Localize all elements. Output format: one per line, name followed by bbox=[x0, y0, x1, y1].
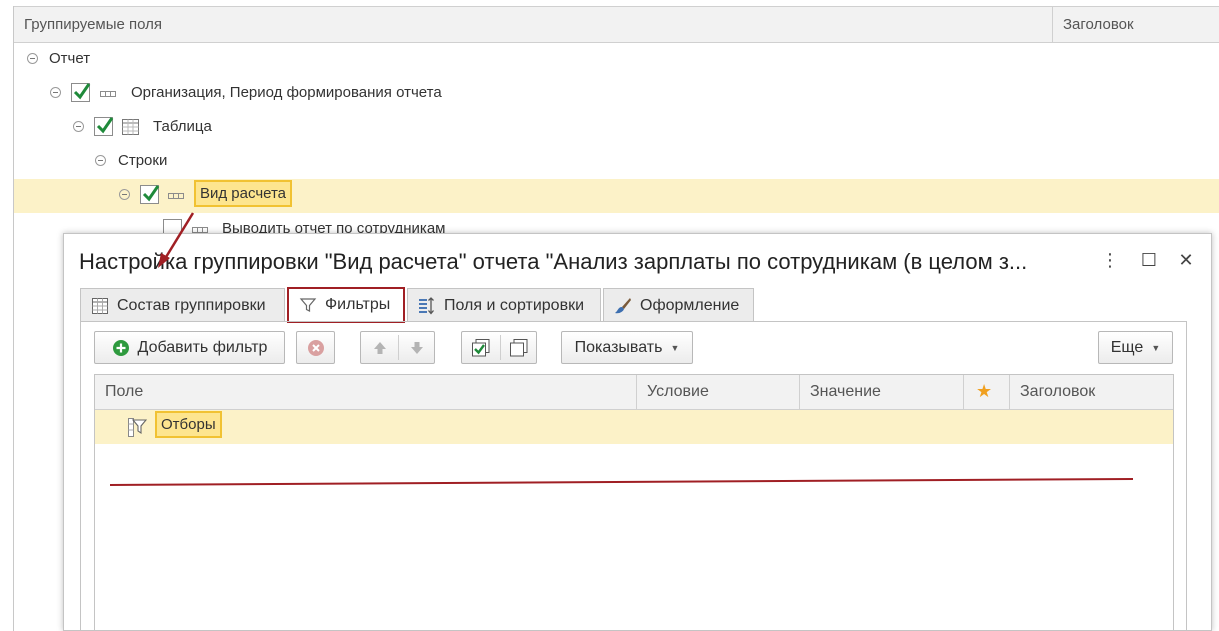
tree-row-label: Отчет bbox=[49, 50, 91, 67]
show-dropdown-button[interactable]: Показывать ▼ bbox=[561, 331, 693, 364]
table-icon bbox=[122, 119, 139, 135]
more-button[interactable]: Еще ▼ bbox=[1098, 331, 1173, 364]
collapse-icon[interactable] bbox=[119, 189, 130, 200]
tree-row-label: Организация, Период формирования отчета bbox=[131, 84, 442, 101]
filter-group-icon bbox=[128, 418, 147, 437]
column-header-fields[interactable]: Группируемые поля bbox=[24, 16, 162, 33]
filters-panel: Добавить фильтр Показывать ▼ Еще ▼ Поле … bbox=[80, 321, 1187, 631]
column-header-value[interactable]: Значение bbox=[799, 375, 963, 410]
check-all-button[interactable] bbox=[462, 332, 500, 363]
checkmark-icon bbox=[73, 83, 91, 100]
tab-label: Фильтры bbox=[325, 296, 391, 313]
tab-fields-and-sorting[interactable]: Поля и сортировки bbox=[407, 288, 601, 322]
column-header-title[interactable]: Заголовок bbox=[1052, 7, 1219, 43]
checkbox-checked[interactable] bbox=[71, 83, 91, 102]
tree-row-organization[interactable]: Организация, Период формирования отчета bbox=[14, 77, 1219, 111]
sort-icon bbox=[419, 296, 434, 315]
add-filter-label: Добавить фильтр bbox=[137, 338, 268, 356]
close-icon[interactable]: ✕ bbox=[1174, 248, 1198, 272]
uncheck-all-icon bbox=[510, 338, 528, 356]
column-header-title[interactable]: Заголовок bbox=[1009, 375, 1173, 410]
tab-label: Оформление bbox=[640, 296, 740, 314]
check-all-icon bbox=[472, 338, 490, 356]
table-icon bbox=[92, 297, 108, 314]
checkmark-icon bbox=[142, 185, 160, 202]
brush-icon bbox=[615, 297, 631, 313]
tree-row-table[interactable]: Таблица bbox=[14, 111, 1219, 145]
tree-row-calculation-type[interactable]: Вид расчета bbox=[14, 179, 1219, 213]
star-icon[interactable]: ★ bbox=[963, 375, 1009, 410]
delete-icon bbox=[307, 339, 324, 356]
tree-row-label: Таблица bbox=[153, 118, 212, 135]
checkbox-checked[interactable] bbox=[140, 185, 160, 204]
add-icon bbox=[112, 339, 129, 356]
dropdown-arrow-icon: ▼ bbox=[1151, 342, 1161, 353]
tree-row-label: Строки bbox=[118, 152, 168, 169]
move-buttons-group bbox=[360, 331, 435, 364]
column-header-condition[interactable]: Условие bbox=[636, 375, 799, 410]
screen: Группируемые поля Заголовок Отчет Органи… bbox=[0, 0, 1219, 631]
tab-label: Состав группировки bbox=[117, 296, 266, 314]
arrow-down-icon bbox=[411, 341, 423, 354]
filters-grid: Поле Условие Значение ★ Заголовок Отборы bbox=[94, 374, 1174, 631]
delete-button[interactable] bbox=[296, 331, 335, 364]
filter-icon bbox=[299, 298, 317, 312]
dialog-title: Настройка группировки "Вид расчета" отче… bbox=[79, 249, 1028, 274]
filters-grid-header: Поле Условие Значение ★ Заголовок bbox=[95, 375, 1173, 410]
show-label: Показывать bbox=[574, 338, 663, 356]
tree-row-label: Вид расчета bbox=[194, 180, 293, 207]
tab-formatting[interactable]: Оформление bbox=[603, 288, 754, 322]
filter-row-selections[interactable]: Отборы bbox=[95, 410, 1173, 444]
check-buttons-group bbox=[461, 331, 537, 364]
column-header-field[interactable]: Поле bbox=[95, 375, 636, 410]
tab-grouping-composition[interactable]: Состав группировки bbox=[80, 288, 285, 322]
arrow-up-icon bbox=[373, 341, 386, 354]
grouping-icon bbox=[100, 91, 116, 97]
maximize-icon[interactable]: ☐ bbox=[1137, 248, 1161, 272]
collapse-icon[interactable] bbox=[73, 121, 84, 132]
checkbox-checked[interactable] bbox=[94, 117, 114, 136]
collapse-icon[interactable] bbox=[27, 53, 38, 64]
more-actions-icon[interactable]: ⋮ bbox=[1098, 248, 1122, 272]
add-filter-button[interactable]: Добавить фильтр bbox=[94, 331, 285, 364]
grid-header: Группируемые поля Заголовок bbox=[14, 6, 1219, 43]
tree-row-report[interactable]: Отчет bbox=[14, 43, 1219, 77]
uncheck-all-button[interactable] bbox=[501, 332, 537, 363]
collapse-icon[interactable] bbox=[95, 155, 106, 166]
collapse-icon[interactable] bbox=[50, 87, 61, 98]
grouping-icon bbox=[168, 193, 184, 199]
tab-filters[interactable]: Фильтры bbox=[287, 287, 405, 323]
dropdown-arrow-icon: ▼ bbox=[670, 342, 680, 353]
move-down-button[interactable] bbox=[399, 332, 435, 363]
filter-row-label: Отборы bbox=[155, 411, 222, 438]
tab-label: Поля и сортировки bbox=[444, 296, 584, 314]
checkmark-icon bbox=[96, 117, 114, 134]
tree-row-rows[interactable]: Строки bbox=[14, 145, 1219, 179]
more-label: Еще bbox=[1110, 338, 1144, 356]
move-up-button[interactable] bbox=[361, 332, 398, 363]
grouping-settings-dialog: Настройка группировки "Вид расчета" отче… bbox=[63, 233, 1212, 631]
